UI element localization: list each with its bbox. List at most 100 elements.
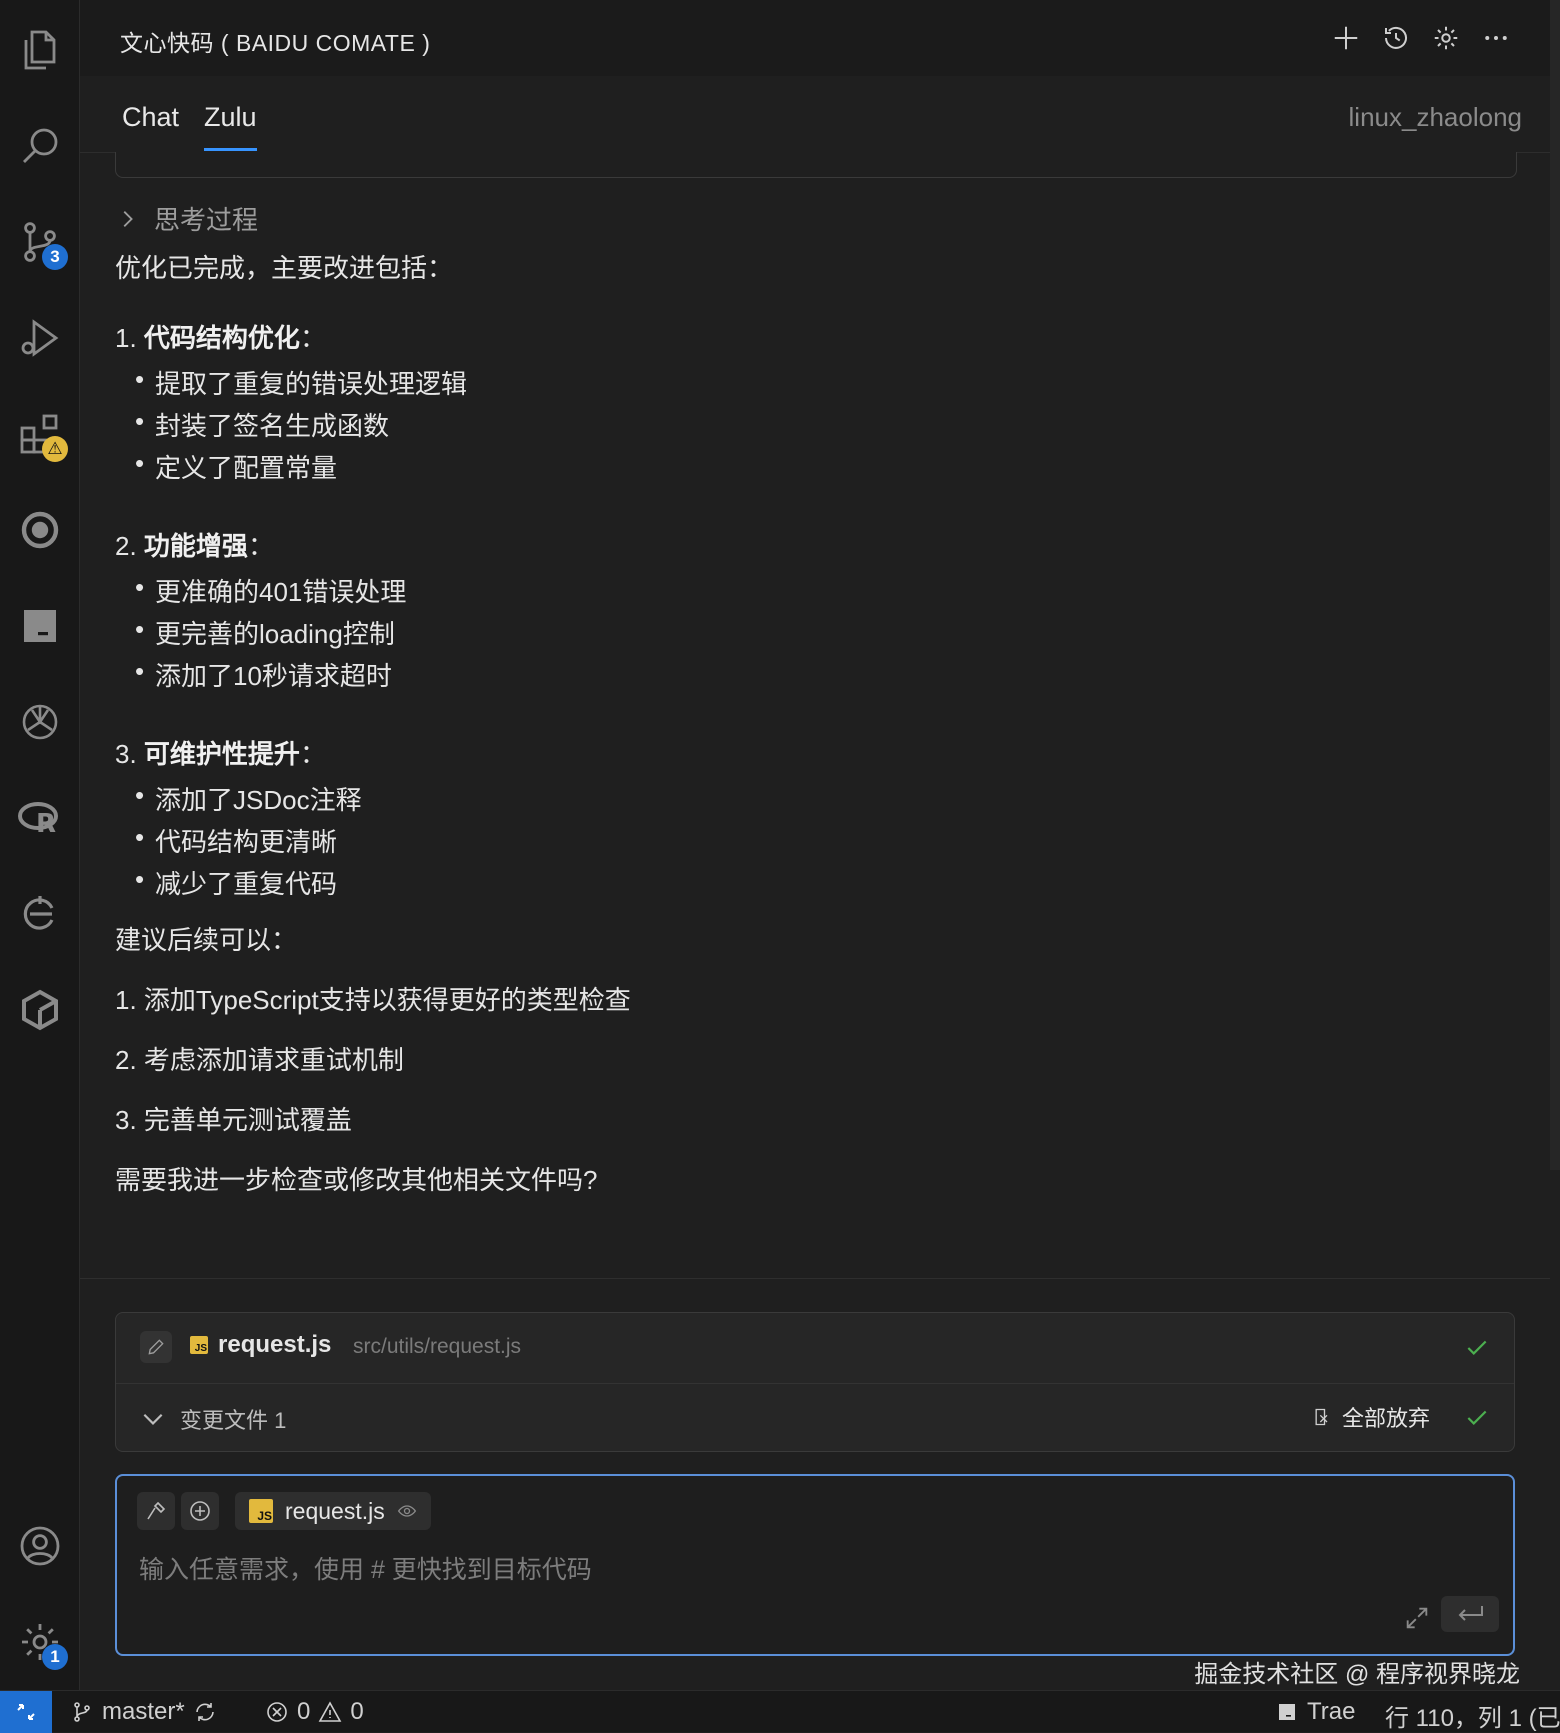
sync-icon[interactable] xyxy=(193,1700,217,1724)
chat-input-placeholder[interactable]: 输入任意需求，使用 # 更快找到目标代码 xyxy=(139,1550,592,1586)
check-icon xyxy=(1467,1340,1487,1355)
enter-icon xyxy=(1458,1606,1483,1621)
panel-title: 文心快码 ( BAIDU COMATE ) xyxy=(120,30,431,56)
remote-explorer-icon[interactable] xyxy=(6,496,74,564)
gear-icon xyxy=(1434,26,1458,50)
chat-content: 思考过程 优化已完成，主要改进包括： 1. 代码结构优化： 提取了重复的错误处理… xyxy=(80,152,1550,1276)
extensions-icon[interactable]: ⚠ xyxy=(6,400,74,468)
changes-summary-row: 变更文件 1 全部放弃 xyxy=(116,1383,1514,1453)
history-icon xyxy=(1385,26,1407,49)
chevron-right-icon xyxy=(123,210,133,227)
remote-icon xyxy=(17,1704,35,1720)
suggest-intro: 建议后续可以： xyxy=(115,925,298,955)
comate-panel: 文心快码 ( BAIDU COMATE ) Chat Zulu linux_zh… xyxy=(80,0,1550,1690)
list-item: 提取了重复的错误处理逻辑 xyxy=(135,364,467,401)
list-item: 封装了签名生成函数 xyxy=(135,406,389,443)
cursor-position[interactable]: 行 110，列 1 (已 xyxy=(1385,1698,1560,1733)
history-button[interactable] xyxy=(1380,20,1412,56)
suggestion-item: 2. 考虑添加请求重试机制 xyxy=(115,1045,404,1075)
section-heading: 1. 代码结构优化： xyxy=(115,323,326,353)
user-name: linux_zhaolong xyxy=(1348,102,1522,132)
activity-bar: 3 ⚠ R 1 xyxy=(0,0,80,1690)
ellipsis-icon xyxy=(1485,36,1507,40)
search-icon[interactable] xyxy=(6,112,74,180)
explorer-icon[interactable] xyxy=(6,16,74,84)
list-item: 减少了重复代码 xyxy=(135,864,337,901)
changes-summary-label: 变更文件 1 xyxy=(180,1408,287,1433)
add-context-button[interactable] xyxy=(181,1492,219,1530)
suggestion-item: 1. 添加TypeScript支持以获得更好的类型检查 xyxy=(115,985,631,1015)
section-heading: 2. 功能增强： xyxy=(115,531,274,561)
new-chat-button[interactable] xyxy=(1330,20,1362,56)
plus-circle-icon xyxy=(190,1501,210,1521)
list-item: 更完善的loading控制 xyxy=(135,614,395,651)
check-icon xyxy=(1467,1410,1487,1425)
js-file-icon: JS xyxy=(190,1336,208,1354)
tab-chat[interactable]: Chat xyxy=(122,102,179,133)
r-icon[interactable]: R xyxy=(6,784,74,852)
chevron-down-icon[interactable] xyxy=(140,1405,166,1431)
thinking-toggle[interactable]: 思考过程 xyxy=(116,200,258,237)
scrollbar-thumb[interactable] xyxy=(1550,0,1560,1170)
source-control-badge: 3 xyxy=(42,244,68,270)
terminal-icon[interactable] xyxy=(6,592,74,660)
divider xyxy=(80,1278,1550,1279)
settings-button[interactable] xyxy=(1430,20,1462,56)
settings-icon[interactable]: 1 xyxy=(6,1608,74,1676)
svg-text:R: R xyxy=(36,809,56,839)
changed-file-path: src/utils/request.js xyxy=(353,1335,522,1358)
discard-icon xyxy=(1315,1408,1328,1426)
send-button[interactable] xyxy=(1441,1596,1499,1632)
expand-icon[interactable] xyxy=(1403,1604,1431,1632)
previous-file-card xyxy=(115,152,1517,178)
tab-bar: Chat Zulu linux_zhaolong xyxy=(80,76,1550,153)
changed-file-row[interactable]: JS request.js src/utils/request.js xyxy=(116,1313,1514,1384)
plus-icon xyxy=(1334,26,1358,50)
comate-icon[interactable] xyxy=(6,880,74,948)
error-icon xyxy=(267,1702,287,1722)
run-debug-icon[interactable] xyxy=(6,304,74,372)
changed-file-name[interactable]: JS request.js xyxy=(190,1331,331,1359)
edit-icon xyxy=(140,1331,172,1363)
settings-badge: 1 xyxy=(42,1644,68,1670)
account-icon[interactable] xyxy=(6,1512,74,1580)
thinking-label: 思考过程 xyxy=(154,205,259,235)
more-button[interactable] xyxy=(1480,20,1512,56)
suggestion-item: 3. 完善单元测试覆盖 xyxy=(115,1105,352,1135)
warning-icon: ⚠ xyxy=(42,436,68,462)
header-actions xyxy=(1330,20,1512,56)
accept-file-button[interactable] xyxy=(1464,1335,1490,1361)
list-item: 更准确的401错误处理 xyxy=(135,572,406,609)
source-control-icon[interactable]: 3 xyxy=(6,208,74,276)
changed-files-card: JS request.js src/utils/request.js 变更文件 … xyxy=(115,1312,1515,1452)
problems-status[interactable]: 0 0 xyxy=(265,1698,364,1726)
trae-status[interactable]: Trae xyxy=(1275,1698,1355,1726)
accept-all-button[interactable] xyxy=(1464,1405,1490,1431)
warning-icon xyxy=(318,1701,342,1722)
status-bar: master* 0 0 Trae 行 110，列 1 (已 xyxy=(0,1690,1560,1733)
list-item: 代码结构更清晰 xyxy=(135,822,337,859)
closing-question: 需要我进一步检查或修改其他相关文件吗? xyxy=(115,1165,598,1195)
openai-icon[interactable] xyxy=(6,688,74,756)
watermark: 掘金技术社区 @ 程序视界晓龙 xyxy=(1194,1661,1520,1688)
js-file-icon: JS xyxy=(249,1499,273,1523)
remote-indicator-button[interactable] xyxy=(0,1691,52,1733)
tools-button[interactable] xyxy=(137,1492,175,1530)
context-file-chip[interactable]: JS request.js xyxy=(235,1492,431,1530)
list-item: 添加了JSDoc注释 xyxy=(135,780,362,817)
list-item: 定义了配置常量 xyxy=(135,448,337,485)
discard-all-button[interactable]: 全部放弃 xyxy=(1312,1401,1430,1433)
tab-zulu[interactable]: Zulu xyxy=(204,102,257,151)
hammer-icon xyxy=(147,1501,166,1520)
cube-icon[interactable] xyxy=(6,976,74,1044)
context-file-name: request.js xyxy=(285,1497,385,1524)
chat-input-box[interactable]: JS request.js 输入任意需求，使用 # 更快找到目标代码 xyxy=(115,1474,1515,1656)
branch-icon xyxy=(74,1702,90,1722)
branch-status[interactable]: master* xyxy=(70,1698,217,1726)
list-item: 添加了10秒请求超时 xyxy=(135,656,392,693)
intro-text: 优化已完成，主要改进包括： xyxy=(115,253,454,283)
eye-icon[interactable] xyxy=(397,1501,417,1521)
trae-icon xyxy=(1279,1704,1295,1720)
panel-header: 文心快码 ( BAIDU COMATE ) xyxy=(80,0,1550,76)
section-heading: 3. 可维护性提升： xyxy=(115,739,326,769)
